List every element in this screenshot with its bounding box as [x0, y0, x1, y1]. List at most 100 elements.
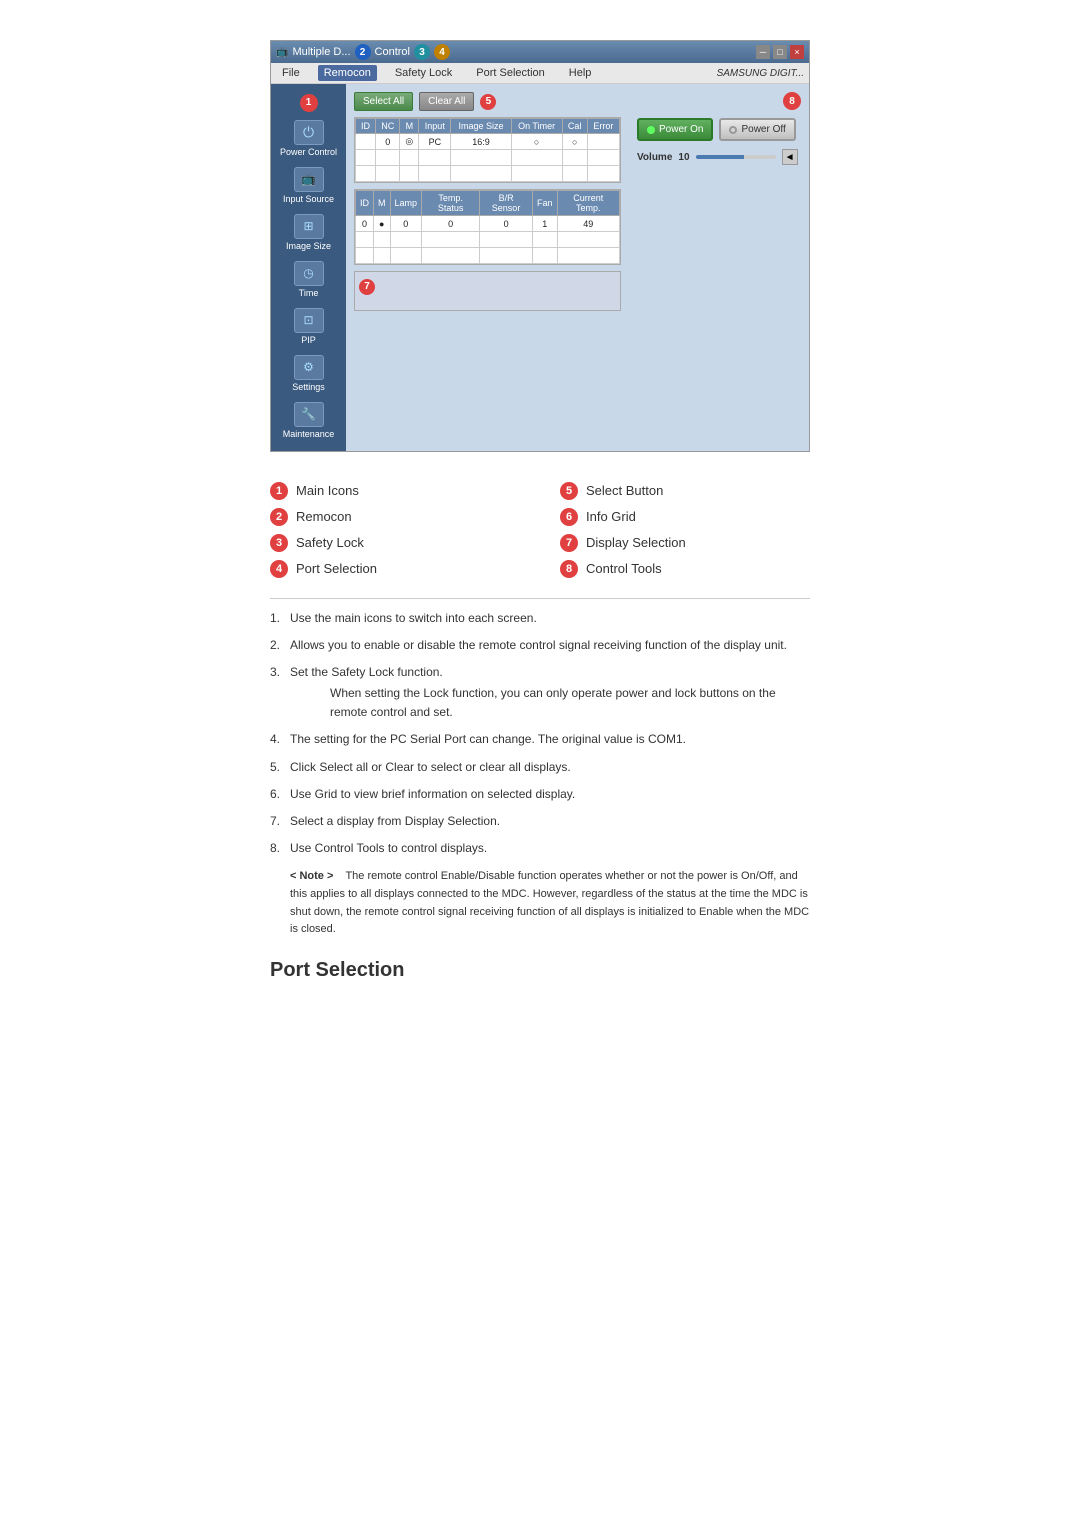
note-text-8: Use Control Tools to control displays. — [290, 841, 487, 855]
cell — [356, 166, 376, 182]
col-header-m: M — [400, 119, 419, 134]
note-text-2: Allows you to enable or disable the remo… — [290, 638, 787, 652]
menu-help[interactable]: Help — [563, 65, 598, 81]
image-size-icon: ⊞ — [294, 214, 324, 239]
display-selection-area[interactable]: 7 — [354, 271, 621, 311]
note-3: 3. Set the Safety Lock function. — [270, 663, 810, 682]
note-number-2: 2. — [270, 636, 280, 655]
label-control-tools: Control Tools — [586, 561, 662, 576]
label-display-selection: Display Selection — [586, 535, 686, 550]
cell — [587, 150, 619, 166]
label-item-1: 1 Main Icons — [270, 482, 520, 500]
cell — [390, 248, 422, 264]
note-number-5: 5. — [270, 758, 280, 777]
cell: 49 — [557, 216, 620, 232]
maximize-button[interactable]: □ — [773, 45, 787, 59]
label-item-6: 6 Info Grid — [560, 508, 810, 526]
labels-section: 1 Main Icons 2 Remocon 3 Safety Lock 4 P… — [270, 482, 810, 578]
label-badge-4: 4 — [270, 560, 288, 578]
cell: 0 — [390, 216, 422, 232]
label-item-8: 8 Control Tools — [560, 560, 810, 578]
table-row: 0 ● 0 0 0 1 49 — [356, 216, 620, 232]
note-number-3: 3. — [270, 663, 280, 682]
cell — [557, 248, 620, 264]
cell — [511, 166, 562, 182]
col-header-imagesize: Image Size — [451, 119, 511, 134]
note-tag: < Note > — [290, 870, 333, 882]
right-control-panel: 8 Power On Power Off Volume 10 ◄ — [629, 84, 809, 451]
badge-8: 8 — [783, 92, 801, 110]
toolbar-badge-5: 5 — [480, 94, 496, 110]
menu-remocon[interactable]: Remocon — [318, 65, 377, 81]
col-header-m2: M — [374, 191, 391, 216]
col-header-fan: Fan — [532, 191, 557, 216]
info-grid-top[interactable]: ID NC M Input Image Size On Timer Cal Er… — [354, 117, 621, 183]
power-control-icon: ⏻ — [294, 120, 324, 145]
cell: 0 — [480, 216, 533, 232]
label-badge-3: 3 — [270, 534, 288, 552]
sidebar-item-time[interactable]: ◷ Time — [271, 257, 346, 302]
sidebar-item-power-control[interactable]: ⏻ Power Control — [271, 116, 346, 161]
brand-text: SAMSUNG DIGIT... — [717, 68, 804, 79]
cell — [587, 166, 619, 182]
note-7: 7. Select a display from Display Selecti… — [270, 812, 810, 831]
port-selection-heading: Port Selection — [270, 959, 810, 982]
close-button[interactable]: × — [790, 45, 804, 59]
toolbar-row: Select All Clear All 5 — [354, 92, 621, 111]
labels-col-1: 1 Main Icons 2 Remocon 3 Safety Lock 4 P… — [270, 482, 520, 578]
label-badge-7: 7 — [560, 534, 578, 552]
sidebar-time-label: Time — [299, 288, 319, 298]
table-row — [356, 248, 620, 264]
sidebar-maintenance-label: Maintenance — [283, 429, 335, 439]
col-header-br-sensor: B/R Sensor — [480, 191, 533, 216]
cell — [562, 150, 587, 166]
cell — [376, 166, 400, 182]
title-bar: 📺 Multiple D... 2 Control 3 4 ─ □ × — [271, 41, 809, 63]
col-header-id2: ID — [356, 191, 374, 216]
cell: 0 — [422, 216, 480, 232]
note-3-extra: When setting the Lock function, you can … — [270, 684, 810, 722]
cell — [422, 232, 480, 248]
cell: 0 — [376, 134, 400, 150]
note-box-text: The remote control Enable/Disable functi… — [290, 870, 809, 935]
label-remocon: Remocon — [296, 509, 352, 524]
sidebar-item-settings[interactable]: ⚙ Settings — [271, 351, 346, 396]
notes-section: 1. Use the main icons to switch into eac… — [270, 609, 810, 939]
note-1: 1. Use the main icons to switch into eac… — [270, 609, 810, 628]
power-on-indicator — [647, 126, 655, 134]
col-header-nc: NC — [376, 119, 400, 134]
title-controls[interactable]: ─ □ × — [756, 45, 804, 59]
title-bar-left: 📺 Multiple D... 2 Control 3 4 — [276, 44, 450, 60]
menu-port-selection[interactable]: Port Selection — [470, 65, 550, 81]
volume-row: Volume 10 ◄ — [637, 149, 801, 165]
cell — [480, 248, 533, 264]
power-off-indicator — [729, 126, 737, 134]
volume-down-button[interactable]: ◄ — [782, 149, 798, 165]
menu-safety-lock[interactable]: Safety Lock — [389, 65, 458, 81]
cell — [400, 150, 419, 166]
menu-file[interactable]: File — [276, 65, 306, 81]
control-text: Control — [375, 46, 410, 58]
col-header-temp-status: Temp. Status — [422, 191, 480, 216]
cell: PC — [419, 134, 451, 150]
sidebar-item-maintenance[interactable]: 🔧 Maintenance — [271, 398, 346, 443]
sidebar-item-pip[interactable]: ⊡ PIP — [271, 304, 346, 349]
clear-all-button[interactable]: Clear All — [419, 92, 474, 111]
info-grid-bottom[interactable]: ID M Lamp Temp. Status B/R Sensor Fan Cu… — [354, 189, 621, 265]
col-header-cal: Cal — [562, 119, 587, 134]
cell — [419, 166, 451, 182]
app-screenshot: 📺 Multiple D... 2 Control 3 4 ─ □ × File… — [270, 40, 810, 452]
label-item-2: 2 Remocon — [270, 508, 520, 526]
minimize-button[interactable]: ─ — [756, 45, 770, 59]
sidebar-settings-label: Settings — [292, 382, 325, 392]
select-all-button[interactable]: Select All — [354, 92, 413, 111]
label-select-button: Select Button — [586, 483, 663, 498]
power-off-button[interactable]: Power Off — [719, 118, 795, 141]
grid-table-top: ID NC M Input Image Size On Timer Cal Er… — [355, 118, 620, 182]
volume-slider[interactable] — [696, 155, 776, 159]
sidebar-item-image-size[interactable]: ⊞ Image Size — [271, 210, 346, 255]
label-safety-lock: Safety Lock — [296, 535, 364, 550]
sidebar-item-input-source[interactable]: 📺 Input Source — [271, 163, 346, 208]
cell — [557, 232, 620, 248]
power-on-button[interactable]: Power On — [637, 118, 713, 141]
